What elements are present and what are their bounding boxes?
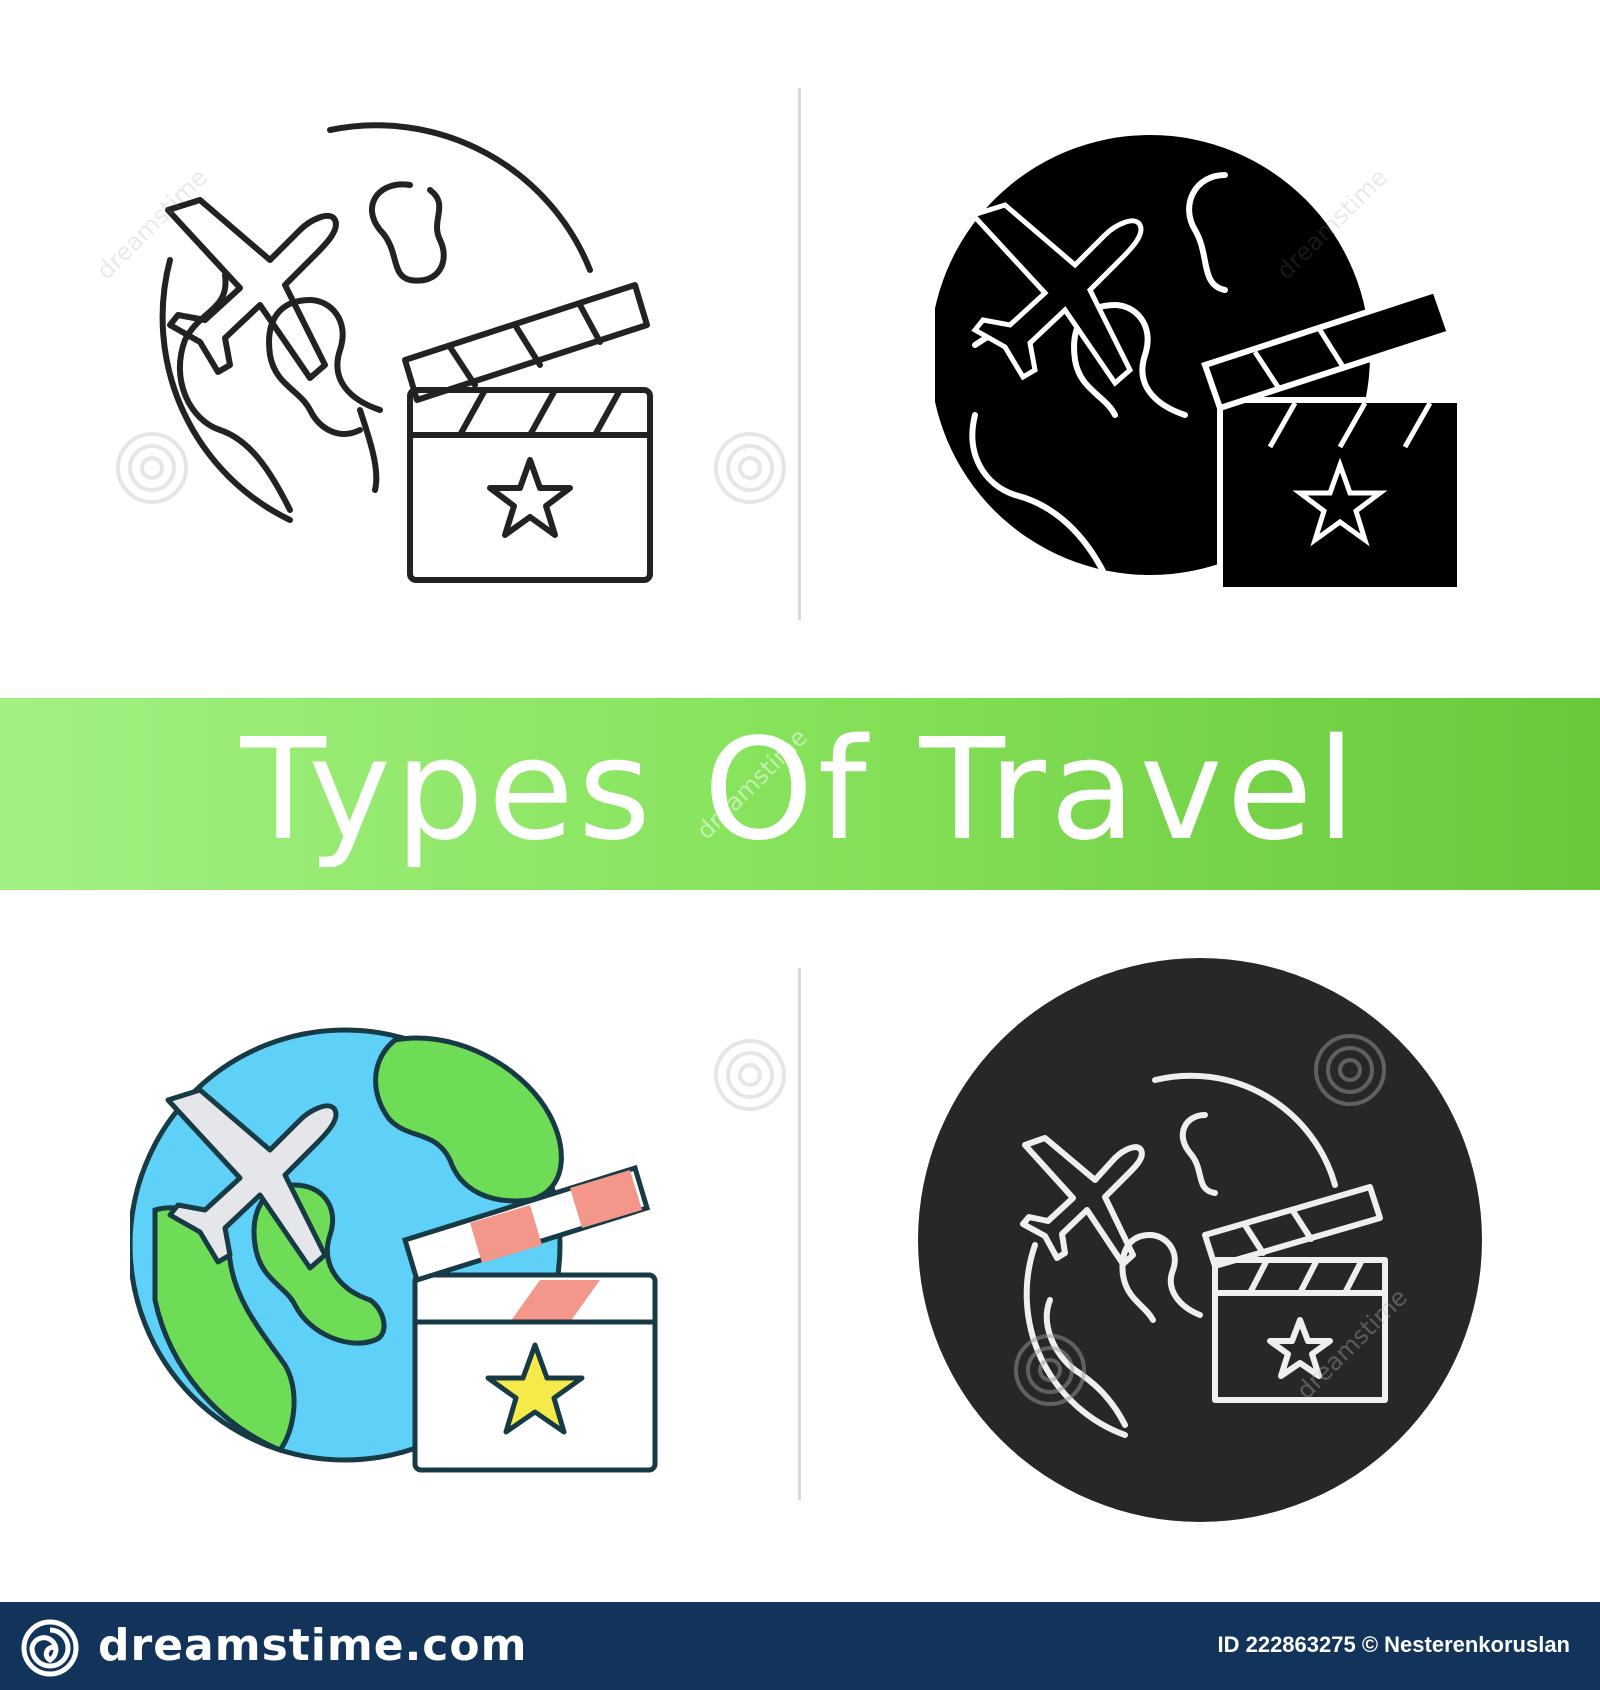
watermark-spiral-icon — [710, 1035, 790, 1119]
linear-icon-panel — [130, 110, 670, 590]
dreamstime-spiral-logo-icon — [20, 1618, 80, 1682]
watermark-spiral-icon — [710, 428, 790, 512]
globe-plane-clapperboard-icon — [159, 122, 653, 583]
chalk-icon-panel — [915, 955, 1485, 1525]
banner-title: Types Of Travel — [240, 709, 1360, 872]
title-banner: Types Of Travel — [0, 698, 1600, 890]
footer-brand[interactable]: dreamstime.com — [98, 1620, 527, 1671]
vertical-divider — [798, 968, 801, 1500]
vertical-divider — [798, 88, 801, 620]
glyph-icon-panel — [935, 115, 1475, 595]
footer-bar: dreamstime.com ID 222863275 © Nesterenko… — [0, 1602, 1600, 1690]
globe-plane-clapperboard-icon — [918, 958, 1482, 1522]
footer-image-id: ID 222863275 © Nesterenkoruslan — [1217, 1632, 1570, 1657]
color-icon-panel — [130, 1000, 670, 1480]
globe-plane-clapperboard-icon — [130, 1027, 658, 1473]
globe-plane-clapperboard-icon — [935, 135, 1463, 593]
